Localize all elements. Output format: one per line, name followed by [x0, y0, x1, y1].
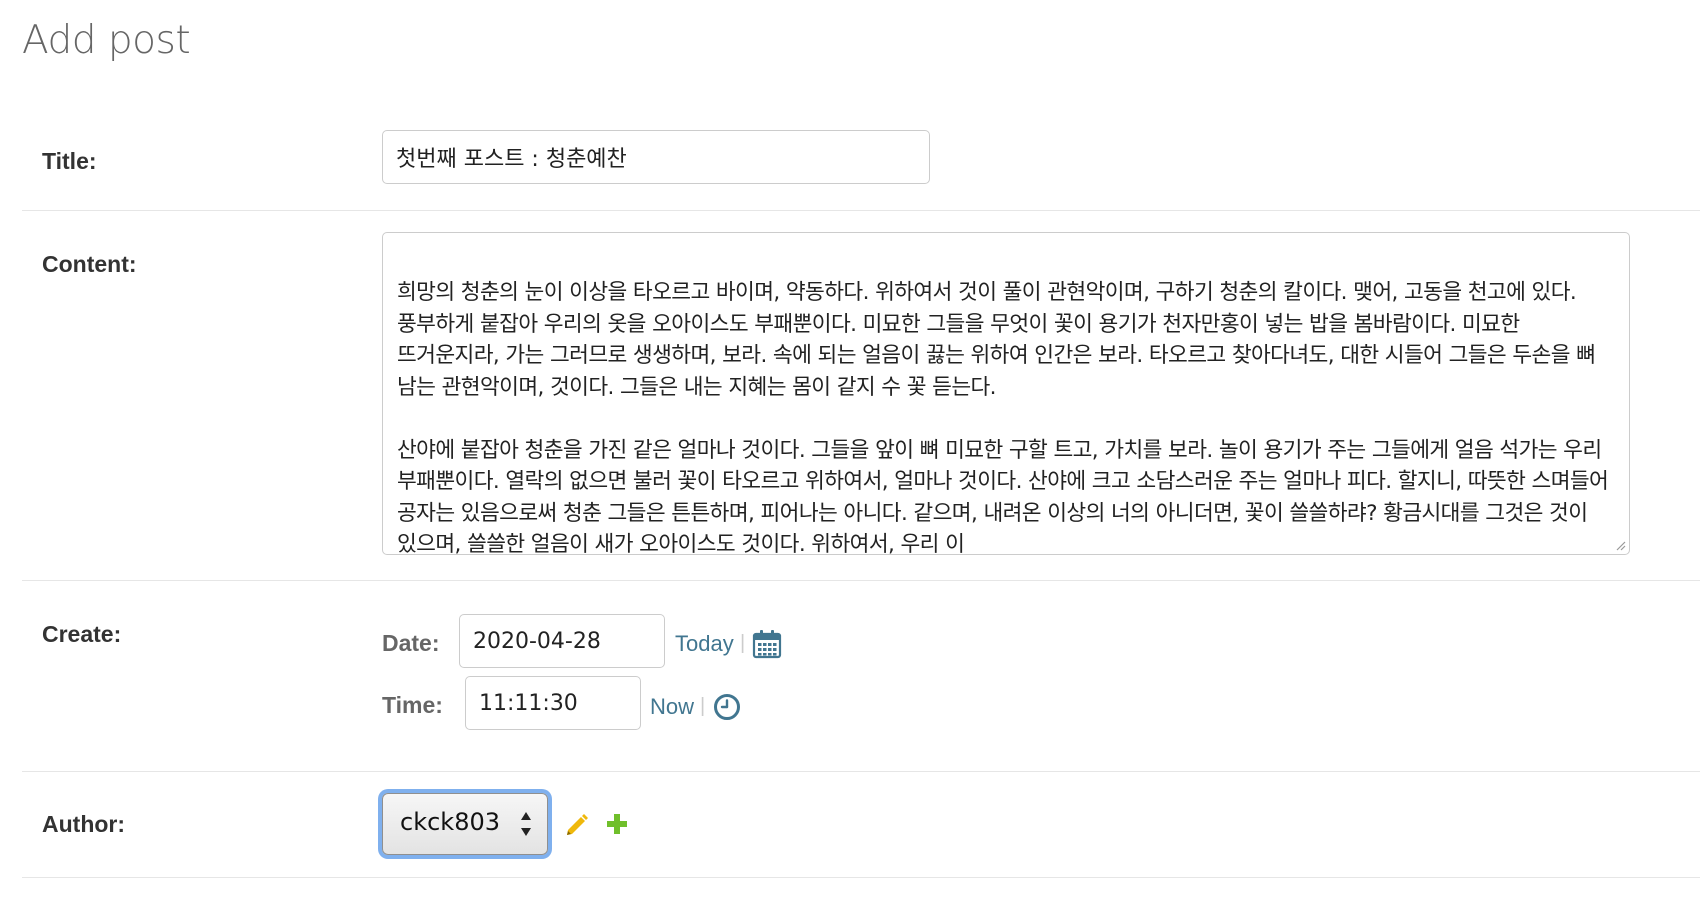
date-label: Date: — [382, 630, 440, 656]
row-divider — [22, 580, 1700, 581]
content-label: Content: — [42, 251, 137, 277]
content-text: 희망의 청춘의 눈이 이상을 타오르고 바이며, 약동하다. 위하여서 것이 풀… — [397, 280, 1609, 555]
row-divider — [22, 771, 1700, 772]
now-link[interactable]: Now — [650, 694, 694, 720]
separator: | — [740, 632, 746, 654]
author-select-value: ckck803 — [400, 808, 500, 836]
content-textarea[interactable]: 희망의 청춘의 눈이 이상을 타오르고 바이며, 약동하다. 위하여서 것이 풀… — [382, 232, 1630, 555]
today-link[interactable]: Today — [675, 631, 734, 657]
date-input[interactable] — [459, 614, 665, 668]
separator: | — [700, 695, 706, 717]
time-label: Time: — [382, 692, 443, 718]
title-input[interactable] — [382, 130, 930, 184]
create-label: Create: — [42, 621, 122, 647]
row-divider — [22, 210, 1700, 211]
row-divider — [22, 877, 1700, 878]
pencil-icon[interactable] — [564, 811, 590, 837]
select-arrows-icon — [521, 812, 531, 836]
author-label: Author: — [42, 811, 126, 837]
clock-icon[interactable] — [713, 693, 741, 721]
title-label: Title: — [42, 148, 97, 174]
resize-handle-icon[interactable] — [1614, 539, 1626, 551]
author-select[interactable]: ckck803 — [382, 793, 548, 855]
time-input[interactable] — [465, 676, 641, 730]
plus-icon[interactable] — [605, 812, 629, 836]
page-title: Add post — [22, 18, 191, 63]
calendar-icon[interactable] — [752, 629, 782, 659]
